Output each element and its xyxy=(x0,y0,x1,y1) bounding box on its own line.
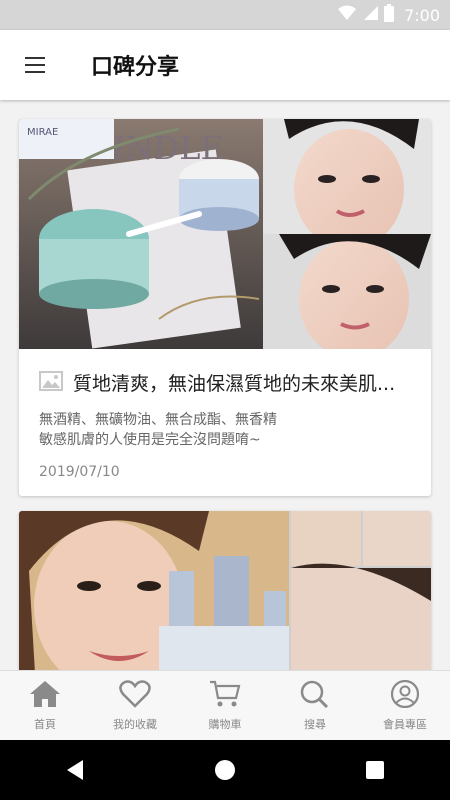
bottom-nav: 首頁 我的收藏 購物車 搜尋 會員專區 xyxy=(0,670,450,741)
review-photo: KINDLE MIRAE xyxy=(19,119,431,349)
content-feed[interactable]: KINDLE MIRAE 質地清爽，無油保濕質地的未來美肌... 無酒精、無礦物… xyxy=(0,100,450,670)
recents-button[interactable] xyxy=(345,750,405,790)
card-description: 無酒精、無礦物油、無合成酯、無香精 敏感肌膚的人使用是完全沒問題唷~ xyxy=(39,412,277,448)
search-icon xyxy=(299,680,331,712)
photo-brand-text: MIRAE xyxy=(27,127,58,138)
user-icon xyxy=(389,679,421,712)
battery-icon xyxy=(384,4,395,26)
home-circle-icon xyxy=(215,760,235,780)
review-card[interactable] xyxy=(19,511,431,670)
page-title: 口碑分享 xyxy=(91,55,180,80)
system-nav-bar xyxy=(0,740,450,800)
cell-signal-icon xyxy=(362,5,379,25)
home-button[interactable] xyxy=(195,750,255,790)
back-triangle-icon xyxy=(67,760,83,780)
status-bar: 7:00 xyxy=(0,0,450,30)
cart-icon xyxy=(209,680,241,712)
app-bar: 口碑分享 xyxy=(0,30,450,100)
nav-search-label: 搜尋 xyxy=(304,718,326,731)
nav-member[interactable]: 會員專區 xyxy=(360,679,450,732)
nav-cart[interactable]: 購物車 xyxy=(180,680,270,732)
card-title-row: 質地清爽，無油保濕質地的未來美肌... xyxy=(19,349,431,396)
recents-square-icon xyxy=(366,761,384,779)
image-icon xyxy=(39,370,63,395)
nav-favorites[interactable]: 我的收藏 xyxy=(90,680,180,732)
home-icon xyxy=(29,680,61,712)
nav-cart-label: 購物車 xyxy=(208,718,242,731)
nav-search[interactable]: 搜尋 xyxy=(270,680,360,732)
nav-home-label: 首頁 xyxy=(34,718,56,731)
heart-icon xyxy=(119,680,151,712)
review-photo xyxy=(19,511,431,670)
card-title: 質地清爽，無油保濕質地的未來美肌... xyxy=(73,373,396,395)
review-card[interactable]: KINDLE MIRAE 質地清爽，無油保濕質地的未來美肌... 無酒精、無礦物… xyxy=(19,119,431,496)
status-time: 7:00 xyxy=(404,5,440,25)
wifi-icon xyxy=(338,5,357,25)
back-button[interactable] xyxy=(45,750,105,790)
nav-home[interactable]: 首頁 xyxy=(0,680,90,732)
nav-member-label: 會員專區 xyxy=(383,718,427,731)
nav-favorites-label: 我的收藏 xyxy=(113,718,157,731)
menu-icon[interactable] xyxy=(25,57,47,73)
card-date: 2019/07/10 xyxy=(39,464,120,480)
